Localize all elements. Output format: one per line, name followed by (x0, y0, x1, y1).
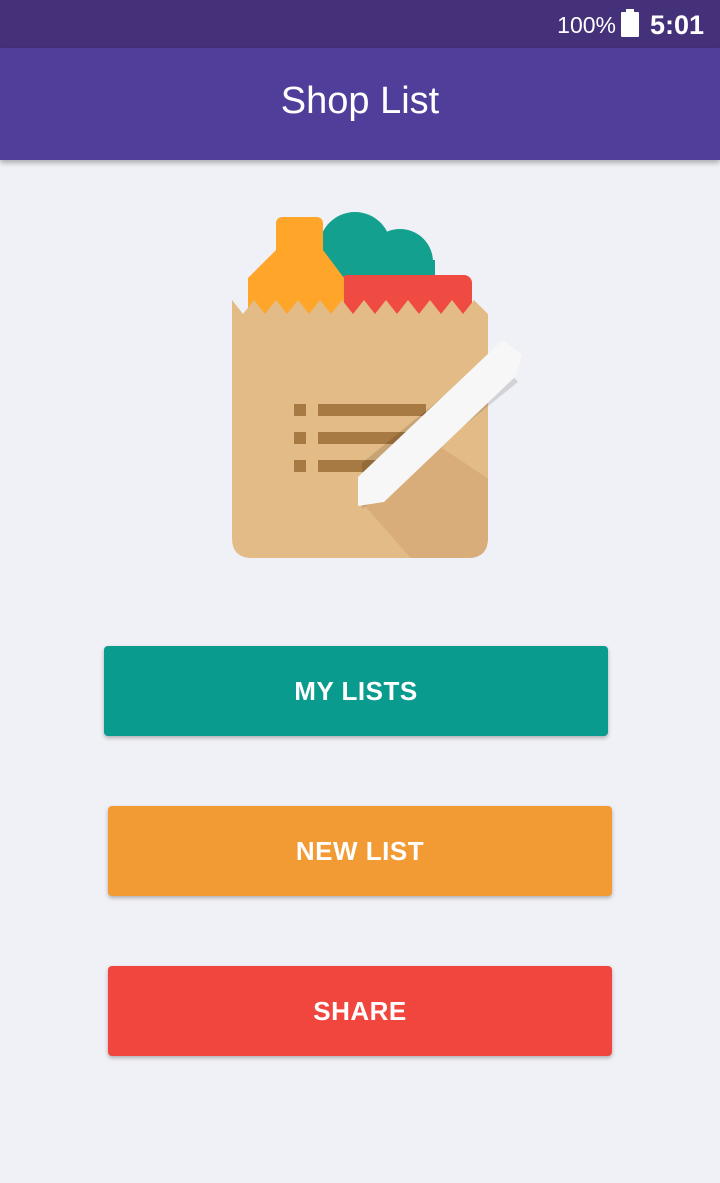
status-time: 5:01 (650, 10, 705, 40)
status-bar: 100% 5:01 (0, 0, 720, 48)
battery-full-icon (621, 9, 639, 37)
new-list-button[interactable]: NEW LIST (108, 806, 612, 896)
page-title: Shop List (280, 80, 440, 122)
share-button[interactable]: SHARE (108, 966, 612, 1056)
my-lists-button[interactable]: MY LISTS (104, 646, 608, 736)
app-bar: Shop List (0, 48, 720, 160)
battery-percentage: 100% (557, 12, 616, 38)
shopping-bag-list-pencil-icon (232, 212, 522, 558)
